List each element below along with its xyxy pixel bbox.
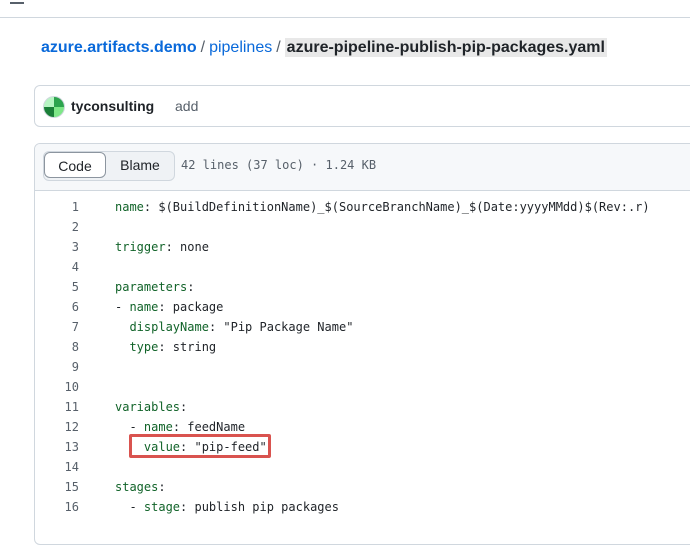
code-line: 9	[35, 357, 690, 377]
line-number[interactable]: 7	[35, 317, 79, 337]
line-number[interactable]: 8	[35, 337, 79, 357]
line-number[interactable]: 9	[35, 357, 79, 377]
code-line: 6 - name: package	[35, 297, 690, 317]
avatar[interactable]	[43, 96, 65, 118]
line-number[interactable]: 12	[35, 417, 79, 437]
line-number[interactable]: 6	[35, 297, 79, 317]
yaml-key: parameters	[115, 280, 188, 294]
code-line: 2	[35, 217, 690, 237]
line-number[interactable]: 3	[35, 237, 79, 257]
code-line: 15 stages:	[35, 477, 690, 497]
code-line: 5 parameters:	[35, 277, 690, 297]
top-nav-bar	[0, 0, 690, 18]
yaml-key: trigger	[115, 240, 166, 254]
file-stats: 42 lines (37 loc) · 1.24 KB	[181, 158, 377, 172]
yaml-key: variables	[115, 400, 181, 414]
yaml-key: name	[129, 300, 159, 314]
breadcrumb-separator: /	[200, 39, 206, 56]
code-text: parameters:	[115, 280, 195, 294]
line-number[interactable]: 15	[35, 477, 79, 497]
breadcrumb: azure.artifacts.demo / pipelines / azure-pip…	[41, 38, 607, 57]
code-line: 3 trigger: none	[35, 237, 690, 257]
code-text: name: $(BuildDefinitionName)_$(SourceBra…	[115, 200, 650, 214]
yaml-key: name	[115, 200, 144, 214]
menu-icon[interactable]	[10, 0, 24, 4]
line-number[interactable]: 14	[35, 457, 79, 477]
file-viewer: Code Blame 42 lines (37 loc) · 1.24 KB 1…	[34, 143, 690, 545]
yaml-key: name	[143, 420, 173, 434]
code-text: variables:	[115, 400, 188, 414]
code-line: 14	[35, 457, 690, 477]
commit-author-link[interactable]: tyconsulting	[71, 98, 154, 114]
view-mode-toggle: Code Blame	[43, 151, 175, 181]
commit-message-link[interactable]: add	[175, 98, 198, 114]
yaml-key: type	[129, 340, 159, 354]
yaml-key: stage	[143, 500, 181, 514]
annotation-highlight-box	[129, 434, 271, 458]
code-line: 7 displayName: "Pip Package Name"	[35, 317, 690, 337]
code-line: 10	[35, 377, 690, 397]
code-line: 11 variables:	[35, 397, 690, 417]
yaml-key: displayName	[129, 320, 209, 334]
file-header: Code Blame 42 lines (37 loc) · 1.24 KB	[35, 144, 690, 191]
latest-commit-box: tyconsulting add	[34, 85, 690, 127]
code-line: 8 type: string	[35, 337, 690, 357]
line-number[interactable]: 16	[35, 497, 79, 517]
code-text: stages:	[115, 480, 166, 494]
line-number[interactable]: 5	[35, 277, 79, 297]
line-number[interactable]: 10	[35, 377, 79, 397]
yaml-key: stages	[115, 480, 159, 494]
code-text: trigger: none	[115, 240, 209, 254]
breadcrumb-file-name: azure-pipeline-publish-pip-packages.yaml	[284, 38, 607, 57]
code-tab[interactable]: Code	[44, 152, 106, 178]
code-text: - stage: publish pip packages	[115, 500, 339, 514]
line-number[interactable]: 11	[35, 397, 79, 417]
breadcrumb-separator: /	[276, 39, 281, 56]
line-number[interactable]: 13	[35, 437, 79, 457]
code-text: - name: package	[115, 300, 224, 314]
breadcrumb-dir-link[interactable]: pipelines	[209, 39, 272, 56]
line-number[interactable]: 1	[35, 197, 79, 217]
blame-tab[interactable]: Blame	[107, 152, 173, 178]
line-number[interactable]: 4	[35, 257, 79, 277]
code-line: 16 - stage: publish pip packages	[35, 497, 690, 517]
code-text: displayName: "Pip Package Name"	[129, 320, 354, 334]
breadcrumb-repo-link[interactable]: azure.artifacts.demo	[41, 39, 197, 56]
code-line: 4	[35, 257, 690, 277]
code-line: 1 name: $(BuildDefinitionName)_$(SourceBr…	[35, 197, 690, 217]
line-number[interactable]: 2	[35, 217, 79, 237]
code-text: type: string	[129, 340, 217, 354]
